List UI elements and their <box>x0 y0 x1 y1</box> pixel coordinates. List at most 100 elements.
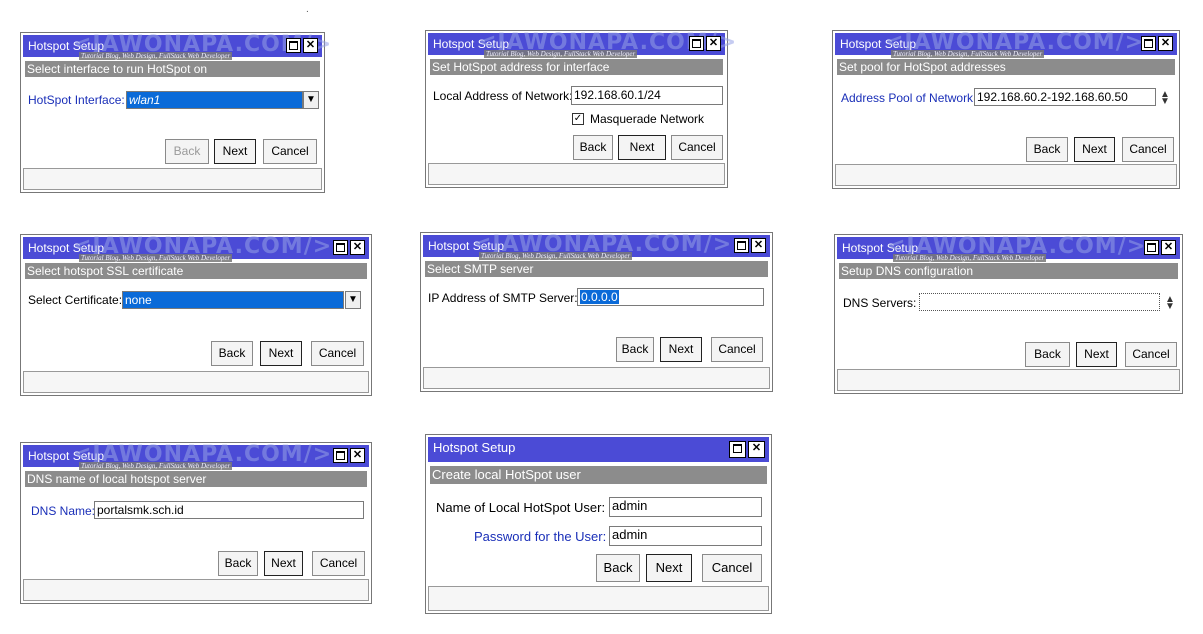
title-bar[interactable]: Hotspot Setup <JAWONAPA.COM/> Tutorial B… <box>23 32 331 60</box>
title-bar[interactable]: Hotspot Setup <JAWONAPA.COM/> Tutorial B… <box>23 234 369 262</box>
back-button[interactable]: Back <box>1026 137 1068 162</box>
next-button[interactable]: Next <box>264 551 303 576</box>
maximize-icon[interactable] <box>333 240 348 255</box>
close-icon[interactable]: ✕ <box>350 240 365 255</box>
back-button[interactable]: Back <box>616 337 654 362</box>
watermark-tagline: Tutorial Blog, Web Design, FullStack Web… <box>79 462 233 470</box>
cancel-button[interactable]: Cancel <box>1122 137 1174 162</box>
close-icon[interactable]: ✕ <box>748 441 765 458</box>
back-button[interactable]: Back <box>596 554 640 582</box>
step-subtitle: Select hotspot SSL certificate <box>25 263 367 279</box>
title-bar[interactable]: Hotspot Setup <JAWONAPA.COM/> Tutorial B… <box>835 30 1177 58</box>
watermark-tagline: Tutorial Blog, Web Design, FullStack Web… <box>891 50 1045 58</box>
maximize-icon[interactable] <box>734 238 749 253</box>
maximize-icon[interactable] <box>1141 36 1156 51</box>
back-button[interactable]: Back <box>165 139 209 164</box>
dialog-hotspot-user: Hotspot Setup ✕ Create local HotSpot use… <box>425 434 772 614</box>
next-button[interactable]: Next <box>618 135 666 160</box>
local-address-label: Local Address of Network: <box>433 89 573 103</box>
password-input[interactable]: admin <box>609 526 762 546</box>
watermark-tagline: Tutorial Blog, Web Design, FullStack Web… <box>893 254 1047 262</box>
cancel-button[interactable]: Cancel <box>702 554 762 582</box>
cancel-button[interactable]: Cancel <box>671 135 723 160</box>
next-button[interactable]: Next <box>260 341 302 366</box>
smtp-address-label: IP Address of SMTP Server: <box>428 291 578 305</box>
address-pool-label: Address Pool of Network: <box>841 91 977 105</box>
step-subtitle: Select SMTP server <box>425 261 768 277</box>
smtp-address-input[interactable]: 0.0.0.0 <box>577 288 764 306</box>
watermark-tagline: Tutorial Blog, Web Design, FullStack Web… <box>479 252 633 260</box>
cancel-button[interactable]: Cancel <box>263 139 317 164</box>
back-button[interactable]: Back <box>1025 342 1070 367</box>
interface-label: HotSpot Interface: <box>28 93 125 107</box>
smtp-address-value: 0.0.0.0 <box>580 290 619 304</box>
title-bar[interactable]: Hotspot Setup <JAWONAPA.COM/> Tutorial B… <box>428 30 736 58</box>
address-pool-input[interactable]: 192.168.60.2-192.168.60.50 <box>974 88 1156 106</box>
interface-select[interactable]: wlan1 <box>126 91 303 109</box>
cancel-button[interactable]: Cancel <box>711 337 763 362</box>
dns-servers-input[interactable] <box>919 293 1160 311</box>
step-subtitle: Setup DNS configuration <box>839 263 1178 279</box>
title-bar[interactable]: Hotspot Setup <JAWONAPA.COM/> Tutorial B… <box>23 442 369 470</box>
next-button[interactable]: Next <box>1076 342 1117 367</box>
maximize-icon[interactable] <box>729 441 746 458</box>
step-subtitle: Create local HotSpot user <box>430 466 767 484</box>
masquerade-checkbox[interactable]: ✓ <box>572 113 584 125</box>
spinner-arrows-icon[interactable]: ▲ ▼ <box>1160 90 1170 107</box>
step-subtitle: DNS name of local hotspot server <box>25 471 367 487</box>
dns-name-input[interactable]: portalsmk.sch.id <box>94 501 364 519</box>
certificate-label: Select Certificate: <box>28 293 123 307</box>
maximize-icon[interactable] <box>1144 240 1159 255</box>
back-button[interactable]: Back <box>573 135 613 160</box>
close-icon[interactable]: ✕ <box>350 448 365 463</box>
next-button[interactable]: Next <box>1074 137 1115 162</box>
status-bar <box>835 164 1177 186</box>
status-bar <box>837 369 1180 391</box>
cancel-button[interactable]: Cancel <box>1125 342 1177 367</box>
back-button[interactable]: Back <box>218 551 258 576</box>
step-subtitle: Set pool for HotSpot addresses <box>837 59 1175 75</box>
close-icon[interactable]: ✕ <box>303 38 318 53</box>
close-icon[interactable]: ✕ <box>706 36 721 51</box>
dns-servers-label: DNS Servers: <box>843 296 917 310</box>
maximize-icon[interactable] <box>286 38 301 53</box>
status-bar <box>428 586 769 611</box>
dialog-hotspot-ssl: Hotspot Setup <JAWONAPA.COM/> Tutorial B… <box>20 234 372 396</box>
dialog-hotspot-interface: Hotspot Setup <JAWONAPA.COM/> Tutorial B… <box>20 32 331 193</box>
dialog-hotspot-dns: Hotspot Setup <JAWONAPA.COM/> Tutorial B… <box>834 234 1183 394</box>
dialog-hotspot-dns-name: Hotspot Setup <JAWONAPA.COM/> Tutorial B… <box>20 442 372 604</box>
dropdown-arrow-icon[interactable]: ▼ <box>303 91 319 109</box>
dialog-hotspot-address: Hotspot Setup <JAWONAPA.COM/> Tutorial B… <box>425 30 736 188</box>
status-bar <box>423 367 770 389</box>
next-button[interactable]: Next <box>660 337 702 362</box>
close-icon[interactable]: ✕ <box>751 238 766 253</box>
dialog-title: Hotspot Setup <box>433 440 516 455</box>
password-label: Password for the User: <box>474 529 607 544</box>
user-name-input[interactable]: admin <box>609 497 762 517</box>
stray-mark: . <box>306 4 309 15</box>
status-bar <box>23 371 369 393</box>
watermark-tagline: Tutorial Blog, Web Design, FullStack Web… <box>484 50 638 58</box>
watermark-tagline: Tutorial Blog, Web Design, FullStack Web… <box>79 254 233 262</box>
maximize-icon[interactable] <box>689 36 704 51</box>
watermark-tagline: Tutorial Blog, Web Design, FullStack Web… <box>79 52 233 60</box>
next-button[interactable]: Next <box>214 139 256 164</box>
status-bar <box>23 579 369 601</box>
title-bar[interactable]: Hotspot Setup ✕ <box>428 437 769 462</box>
maximize-icon[interactable] <box>333 448 348 463</box>
status-bar <box>428 163 725 185</box>
close-icon[interactable]: ✕ <box>1158 36 1173 51</box>
close-icon[interactable]: ✕ <box>1161 240 1176 255</box>
cancel-button[interactable]: Cancel <box>311 341 364 366</box>
dialog-hotspot-smtp: Hotspot Setup <JAWONAPA.COM/> Tutorial B… <box>420 232 773 392</box>
back-button[interactable]: Back <box>211 341 253 366</box>
dropdown-arrow-icon[interactable]: ▼ <box>345 291 361 309</box>
cancel-button[interactable]: Cancel <box>312 551 365 576</box>
local-address-input[interactable]: 192.168.60.1/24 <box>571 86 723 105</box>
spinner-arrows-icon[interactable]: ▲ ▼ <box>1165 295 1175 312</box>
title-bar[interactable]: Hotspot Setup <JAWONAPA.COM/> Tutorial B… <box>423 232 770 260</box>
next-button[interactable]: Next <box>646 554 692 582</box>
certificate-select[interactable]: none <box>122 291 344 309</box>
title-bar[interactable]: Hotspot Setup <JAWONAPA.COM/> Tutorial B… <box>837 234 1180 262</box>
status-bar <box>23 168 322 190</box>
